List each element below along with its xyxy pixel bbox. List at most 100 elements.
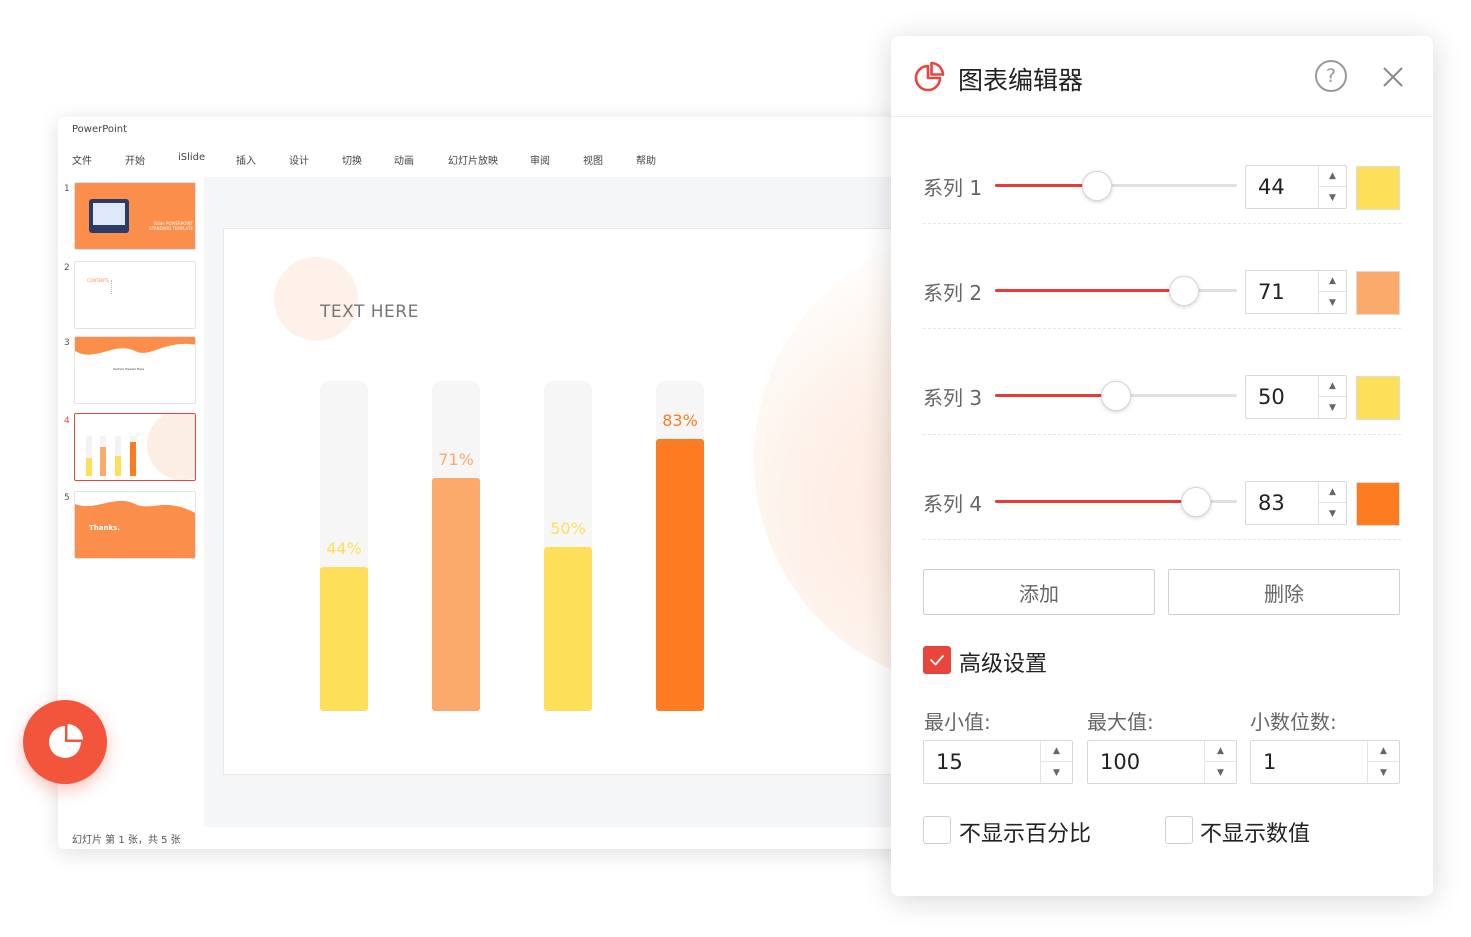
menu-animations[interactable]: 动画 [394, 152, 414, 167]
series-slider[interactable] [995, 276, 1237, 306]
slider-handle[interactable] [1180, 487, 1211, 517]
series-value[interactable]: 71 [1258, 280, 1285, 304]
series-slider[interactable] [995, 381, 1237, 411]
menu-design[interactable]: 设计 [289, 152, 309, 167]
increment-icon[interactable]: ▲ [1319, 482, 1346, 503]
bar[interactable] [432, 478, 480, 711]
increment-icon[interactable]: ▲ [1205, 741, 1236, 762]
series-color-swatch[interactable] [1356, 376, 1400, 420]
hide-values-checkbox[interactable] [1165, 816, 1193, 844]
menu-home[interactable]: 开始 [125, 152, 145, 167]
series-value-input[interactable]: 44 ▲ ▼ [1245, 165, 1347, 209]
bar-data-label: 83% [662, 410, 698, 430]
hide-values-label: 不显示数值 [1200, 822, 1311, 847]
menu-help[interactable]: 帮助 [636, 152, 656, 167]
series-label: 系列 2 [923, 281, 983, 305]
bar[interactable] [656, 438, 704, 711]
bar-mini [115, 456, 121, 476]
series-color-swatch[interactable] [1356, 166, 1400, 210]
decrement-icon[interactable]: ▼ [1041, 762, 1072, 783]
menu-transitions[interactable]: 切换 [342, 152, 362, 167]
slide-thumbnail-1[interactable]: iSlide POWERPOINT STANDARD TEMPLATE [74, 182, 196, 250]
value-stepper: ▲ ▼ [1367, 741, 1399, 783]
series-color-swatch[interactable] [1356, 271, 1400, 315]
min-value-input[interactable]: 15 ▲ ▼ [923, 740, 1073, 784]
value-stepper: ▲ ▼ [1318, 376, 1346, 418]
menu-review[interactable]: 审阅 [530, 152, 550, 167]
close-icon[interactable] [1378, 62, 1408, 92]
increment-icon[interactable]: ▲ [1041, 741, 1072, 762]
chart-editor-panel: 图表编辑器 ? 系列 1 44 ▲ ▼ 系列 2 71 ▲ ▼ 系列 3 50 … [891, 36, 1433, 896]
slide-thumbnail-5[interactable]: Thanks. [74, 491, 196, 559]
series-slider[interactable] [995, 171, 1237, 201]
panel-header: 图表编辑器 ? [891, 36, 1433, 117]
bar-mini [130, 442, 136, 476]
pie-chart-icon [49, 724, 83, 758]
chart-plugin-button[interactable] [23, 700, 107, 784]
bar[interactable] [544, 547, 592, 711]
slider-handle[interactable] [1101, 381, 1131, 411]
decimal-places-label: 小数位数: [1250, 710, 1337, 734]
decrement-icon[interactable]: ▼ [1319, 292, 1346, 313]
series-value[interactable]: 44 [1258, 175, 1285, 199]
series-value-input[interactable]: 71 ▲ ▼ [1245, 270, 1347, 314]
powerpoint-window: PowerPoint 文件 开始 iSlide 插入 设计 切换 动画 幻灯片放… [58, 117, 918, 849]
value-stepper: ▲ ▼ [1318, 482, 1346, 524]
panel-title: 图表编辑器 [958, 66, 1084, 95]
add-series-button[interactable]: 添加 [923, 569, 1155, 615]
hide-percentage-label: 不显示百分比 [959, 822, 1092, 847]
slide-thumbnail-3[interactable]: Section Header Here [74, 336, 196, 404]
divider [923, 223, 1401, 224]
bar[interactable] [320, 566, 368, 711]
delete-series-button[interactable]: 删除 [1168, 569, 1400, 615]
series-slider[interactable] [995, 487, 1237, 517]
glow-decoration [147, 414, 195, 480]
circle-decoration [274, 257, 358, 341]
decrement-icon[interactable]: ▼ [1319, 187, 1346, 208]
bar-mini [100, 447, 106, 476]
value-stepper: ▲ ▼ [1318, 166, 1346, 208]
max-value[interactable]: 100 [1100, 750, 1140, 774]
series-value[interactable]: 83 [1258, 491, 1285, 515]
decimal-places-input[interactable]: 1 ▲ ▼ [1250, 740, 1400, 784]
decrement-icon[interactable]: ▼ [1319, 503, 1346, 524]
series-value[interactable]: 50 [1258, 385, 1285, 409]
divider [923, 434, 1401, 435]
bar-data-label: 71% [438, 450, 474, 470]
menu-view[interactable]: 视图 [583, 152, 603, 167]
divider [111, 280, 112, 294]
max-value-input[interactable]: 100 ▲ ▼ [1087, 740, 1237, 784]
decrement-icon[interactable]: ▼ [1319, 397, 1346, 418]
series-value-input[interactable]: 83 ▲ ▼ [1245, 481, 1347, 525]
slide-thumbnail-2[interactable]: CONTENTS [74, 261, 196, 329]
menu-file[interactable]: 文件 [72, 152, 92, 167]
slide-heading[interactable]: TEXT HERE [320, 302, 419, 322]
menu-slideshow[interactable]: 幻灯片放映 [448, 152, 498, 167]
advanced-settings-label: 高级设置 [959, 652, 1048, 677]
slide-thumbnail-4[interactable] [74, 413, 196, 481]
help-icon[interactable]: ? [1315, 60, 1347, 92]
increment-icon[interactable]: ▲ [1319, 376, 1346, 397]
slider-handle[interactable] [1081, 171, 1112, 201]
hide-percentage-checkbox[interactable] [923, 816, 951, 844]
series-color-swatch[interactable] [1356, 482, 1400, 526]
screen-illustration [93, 203, 125, 225]
increment-icon[interactable]: ▲ [1368, 741, 1399, 762]
pie-chart-icon [914, 61, 945, 92]
increment-icon[interactable]: ▲ [1319, 271, 1346, 292]
thumbnail-number: 3 [64, 338, 70, 348]
value-stepper: ▲ ▼ [1204, 741, 1236, 783]
series-value-input[interactable]: 50 ▲ ▼ [1245, 375, 1347, 419]
slider-handle[interactable] [1168, 276, 1199, 306]
current-slide[interactable]: TEXT HERE 44% 71% 50% 83% [223, 228, 918, 775]
slider-fill [995, 289, 1184, 292]
menu-islide[interactable]: iSlide [178, 152, 205, 163]
decrement-icon[interactable]: ▼ [1368, 762, 1399, 783]
decrement-icon[interactable]: ▼ [1205, 762, 1236, 783]
min-value[interactable]: 15 [936, 750, 963, 774]
decimal-places[interactable]: 1 [1263, 750, 1276, 774]
menu-insert[interactable]: 插入 [236, 152, 256, 167]
increment-icon[interactable]: ▲ [1319, 166, 1346, 187]
advanced-settings-checkbox[interactable] [923, 646, 951, 674]
max-value-label: 最大值: [1087, 710, 1154, 734]
